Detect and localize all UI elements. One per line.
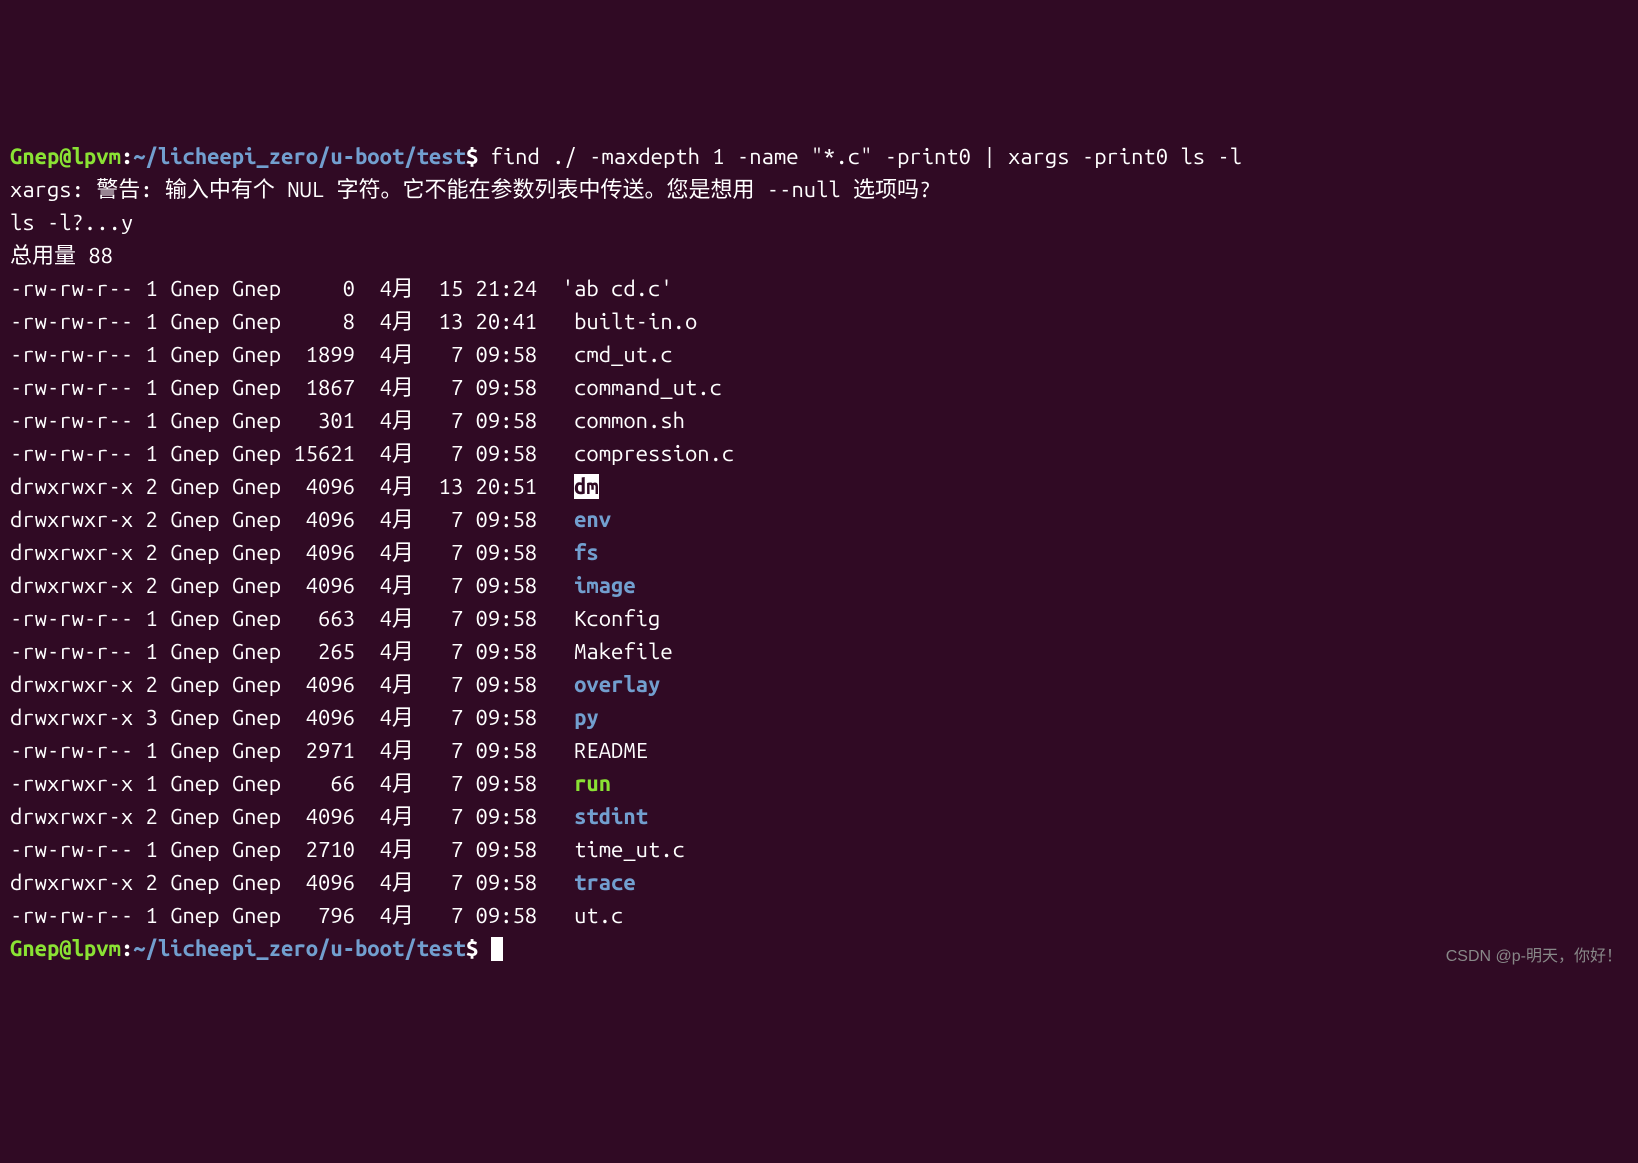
- file-row: -rw-rw-r-- 1 Gnep Gnep 2971 4月 7 09:58 R…: [10, 734, 1628, 767]
- dir-name: overlay: [574, 672, 660, 697]
- prompt-dollar: $: [466, 144, 478, 169]
- file-name: Makefile: [562, 639, 673, 664]
- prompt-at: @: [59, 936, 71, 961]
- file-row: -rw-rw-r-- 1 Gnep Gnep 1899 4月 7 09:58 c…: [10, 338, 1628, 371]
- file-name: README: [562, 738, 648, 763]
- prompt-colon: :: [121, 144, 133, 169]
- xargs-warning: xargs: 警告: 输入中有个 NUL 字符。它不能在参数列表中传送。您是想用…: [10, 173, 1628, 206]
- dir-name: stdint: [574, 804, 648, 829]
- dir-name: py: [574, 705, 599, 730]
- total-line: 总用量 88: [10, 239, 1628, 272]
- prompt-user: Gnep: [10, 144, 59, 169]
- file-row: -rw-rw-r-- 1 Gnep Gnep 0 4月 15 21:24 'ab…: [10, 272, 1628, 305]
- file-name: compression.c: [562, 441, 734, 466]
- file-row: -rw-rw-r-- 1 Gnep Gnep 15621 4月 7 09:58 …: [10, 437, 1628, 470]
- file-name: ut.c: [562, 903, 624, 928]
- file-row: -rw-rw-r-- 1 Gnep Gnep 663 4月 7 09:58 Kc…: [10, 602, 1628, 635]
- exec-name: run: [574, 771, 611, 796]
- prompt-dollar: $: [466, 936, 478, 961]
- file-row: drwxrwxr-x 2 Gnep Gnep 4096 4月 7 09:58 f…: [10, 536, 1628, 569]
- dir-name: trace: [574, 870, 636, 895]
- prompt-host: lpvm: [72, 144, 121, 169]
- prompt-host: lpvm: [72, 936, 121, 961]
- file-row: -rw-rw-r-- 1 Gnep Gnep 796 4月 7 09:58 ut…: [10, 899, 1628, 932]
- file-row: drwxrwxr-x 2 Gnep Gnep 4096 4月 7 09:58 o…: [10, 668, 1628, 701]
- file-name: cmd_ut.c: [562, 342, 673, 367]
- file-row: -rw-rw-r-- 1 Gnep Gnep 1867 4月 7 09:58 c…: [10, 371, 1628, 404]
- file-name: Kconfig: [562, 606, 661, 631]
- prompt-path: ~/licheepi_zero/u-boot/test: [133, 144, 466, 169]
- prompt-at: @: [59, 144, 71, 169]
- file-name: 'ab cd.c': [562, 276, 673, 301]
- file-row: -rw-rw-r-- 1 Gnep Gnep 265 4月 7 09:58 Ma…: [10, 635, 1628, 668]
- file-name: command_ut.c: [562, 375, 722, 400]
- file-name: time_ut.c: [562, 837, 685, 862]
- prompt-path: ~/licheepi_zero/u-boot/test: [133, 936, 466, 961]
- prompt-user: Gnep: [10, 936, 59, 961]
- command-line-2[interactable]: Gnep@lpvm:~/licheepi_zero/u-boot/test$: [10, 932, 1628, 965]
- cursor: [491, 937, 503, 961]
- file-row: -rw-rw-r-- 1 Gnep Gnep 8 4月 13 20:41 bui…: [10, 305, 1628, 338]
- dir-name: env: [574, 507, 611, 532]
- file-row: drwxrwxr-x 3 Gnep Gnep 4096 4月 7 09:58 p…: [10, 701, 1628, 734]
- watermark-text: CSDN @p-明天，你好！: [1446, 945, 1622, 969]
- dir-name: fs: [574, 540, 599, 565]
- terminal-output[interactable]: Gnep@lpvm:~/licheepi_zero/u-boot/test$ f…: [10, 140, 1628, 965]
- command-text: find ./ -maxdepth 1 -name "*.c" -print0 …: [478, 144, 1242, 169]
- highlighted-dir: dm: [574, 474, 599, 499]
- file-row: drwxrwxr-x 2 Gnep Gnep 4096 4月 13 20:51 …: [10, 470, 1628, 503]
- file-row: drwxrwxr-x 2 Gnep Gnep 4096 4月 7 09:58 s…: [10, 800, 1628, 833]
- file-name: built-in.o: [562, 309, 698, 334]
- file-row: -rw-rw-r-- 1 Gnep Gnep 2710 4月 7 09:58 t…: [10, 833, 1628, 866]
- file-row: drwxrwxr-x 2 Gnep Gnep 4096 4月 7 09:58 i…: [10, 569, 1628, 602]
- file-row: -rwxrwxr-x 1 Gnep Gnep 66 4月 7 09:58 run: [10, 767, 1628, 800]
- file-row: drwxrwxr-x 2 Gnep Gnep 4096 4月 7 09:58 e…: [10, 503, 1628, 536]
- file-name: common.sh: [562, 408, 685, 433]
- ls-confirm: ls -l?...y: [10, 206, 1628, 239]
- file-row: drwxrwxr-x 2 Gnep Gnep 4096 4月 7 09:58 t…: [10, 866, 1628, 899]
- file-row: -rw-rw-r-- 1 Gnep Gnep 301 4月 7 09:58 co…: [10, 404, 1628, 437]
- command-line-1: Gnep@lpvm:~/licheepi_zero/u-boot/test$ f…: [10, 140, 1628, 173]
- dir-name: image: [574, 573, 636, 598]
- prompt-colon: :: [121, 936, 133, 961]
